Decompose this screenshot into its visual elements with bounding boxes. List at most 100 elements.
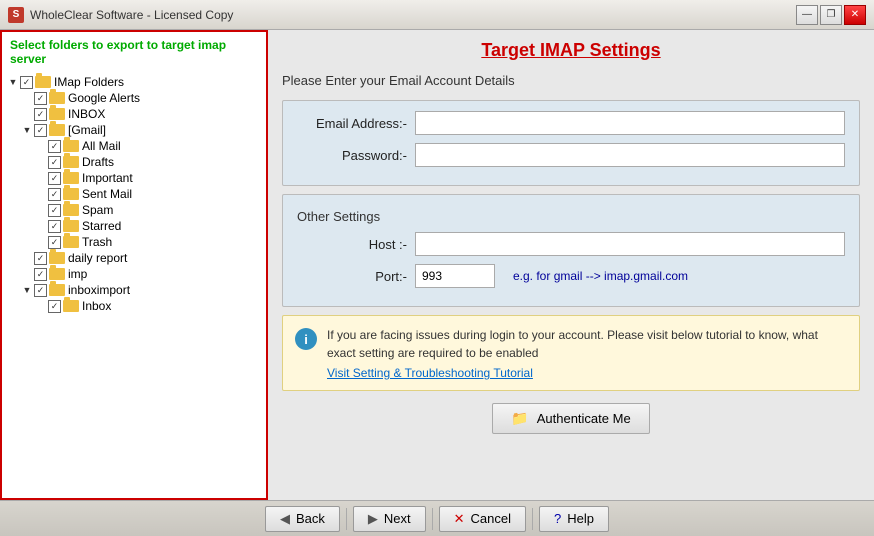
back-button[interactable]: ◀ Back (265, 506, 340, 532)
label-trash: Trash (82, 235, 112, 249)
next-button[interactable]: ▶ Next (353, 506, 426, 532)
email-input[interactable] (415, 111, 845, 135)
email-row: Email Address:- (297, 111, 845, 135)
label-imp: imp (68, 267, 87, 281)
other-settings-area: Other Settings Host :- Port:- e.g. for g… (282, 194, 860, 307)
checkbox-spam[interactable]: ✓ (48, 204, 61, 217)
cancel-button[interactable]: ✕ Cancel (439, 506, 526, 532)
divider-3 (532, 508, 533, 530)
tree-children-inboximport: ✓ Inbox (20, 298, 262, 314)
folder-icon (63, 300, 79, 312)
folder-icon (49, 268, 65, 280)
label-daily-report: daily report (68, 251, 127, 265)
expand-gmail-icon[interactable]: ▼ (20, 123, 34, 137)
tree-item-trash[interactable]: ✓ Trash (34, 234, 262, 250)
authenticate-label: Authenticate Me (537, 411, 631, 426)
label-inbox: INBOX (68, 107, 105, 121)
email-label: Email Address:- (297, 116, 407, 131)
cancel-icon: ✕ (454, 511, 465, 527)
tree-item-sent-mail[interactable]: ✓ Sent Mail (34, 186, 262, 202)
tree-item-daily-report[interactable]: ✓ daily report (20, 250, 262, 266)
label-gmail: [Gmail] (68, 123, 106, 137)
divider-1 (346, 508, 347, 530)
label-spam: Spam (82, 203, 113, 217)
tree-children-gmail: ✓ All Mail ✓ Drafts ✓ Important (20, 138, 262, 250)
label-sent-mail: Sent Mail (82, 187, 132, 201)
help-button[interactable]: ? Help (539, 506, 609, 532)
host-row: Host :- (297, 232, 845, 256)
close-button[interactable]: ✕ (844, 5, 866, 25)
host-input[interactable] (415, 232, 845, 256)
folder-icon (49, 284, 65, 296)
folder-icon (49, 108, 65, 120)
spacer (34, 299, 48, 313)
spacer (20, 91, 34, 105)
checkbox-trash[interactable]: ✓ (48, 236, 61, 249)
tree-item-starred[interactable]: ✓ Starred (34, 218, 262, 234)
section-title: Target IMAP Settings (282, 40, 860, 61)
checkbox-starred[interactable]: ✓ (48, 220, 61, 233)
password-input[interactable] (415, 143, 845, 167)
spacer (20, 107, 34, 121)
info-content: If you are facing issues during login to… (327, 326, 847, 380)
checkbox-imp[interactable]: ✓ (34, 268, 47, 281)
tree-item-all-mail[interactable]: ✓ All Mail (34, 138, 262, 154)
expand-inboximport-icon[interactable]: ▼ (20, 283, 34, 297)
checkbox-all-mail[interactable]: ✓ (48, 140, 61, 153)
spacer (20, 267, 34, 281)
cancel-label: Cancel (471, 511, 511, 526)
expand-icon[interactable]: ▼ (6, 75, 20, 89)
checkbox-gmail[interactable]: ✓ (34, 124, 47, 137)
tree-item-inbox[interactable]: ✓ INBOX (20, 106, 262, 122)
folder-icon (63, 220, 79, 232)
back-label: Back (296, 511, 325, 526)
tree-item-inbox2[interactable]: ✓ Inbox (34, 298, 262, 314)
checkbox-sent-mail[interactable]: ✓ (48, 188, 61, 201)
folder-icon (63, 140, 79, 152)
checkbox-drafts[interactable]: ✓ (48, 156, 61, 169)
host-label: Host :- (297, 237, 407, 252)
section-subtitle: Please Enter your Email Account Details (282, 73, 860, 88)
tree-item-google-alerts[interactable]: ✓ Google Alerts (20, 90, 262, 106)
tree-item-drafts[interactable]: ✓ Drafts (34, 154, 262, 170)
checkbox-imap-folders[interactable]: ✓ (20, 76, 33, 89)
account-form-area: Email Address:- Password:- (282, 100, 860, 186)
gmail-hint: e.g. for gmail --> imap.gmail.com (513, 269, 688, 283)
minimize-button[interactable]: — (796, 5, 818, 25)
tree-item-spam[interactable]: ✓ Spam (34, 202, 262, 218)
folder-icon (63, 236, 79, 248)
folder-icon (63, 204, 79, 216)
back-icon: ◀ (280, 511, 290, 527)
port-input[interactable] (415, 264, 495, 288)
bottom-toolbar: ◀ Back ▶ Next ✕ Cancel ? Help (0, 500, 874, 536)
checkbox-google-alerts[interactable]: ✓ (34, 92, 47, 105)
other-settings-label: Other Settings (297, 209, 845, 224)
authenticate-button[interactable]: 📁 Authenticate Me (492, 403, 649, 434)
troubleshoot-link[interactable]: Visit Setting & Troubleshooting Tutorial (327, 366, 847, 380)
spacer (34, 187, 48, 201)
spacer (20, 251, 34, 265)
label-google-alerts: Google Alerts (68, 91, 140, 105)
spacer (34, 155, 48, 169)
folder-icon (63, 156, 79, 168)
checkbox-inbox2[interactable]: ✓ (48, 300, 61, 313)
checkbox-inboximport[interactable]: ✓ (34, 284, 47, 297)
folder-icon (49, 124, 65, 136)
restore-button[interactable]: ❐ (820, 5, 842, 25)
tree-item-important[interactable]: ✓ Important (34, 170, 262, 186)
folder-icon (63, 188, 79, 200)
tree-item-imp[interactable]: ✓ imp (20, 266, 262, 282)
tree-item-inboximport[interactable]: ▼ ✓ inboximport (20, 282, 262, 298)
password-label: Password:- (297, 148, 407, 163)
main-area: Select folders to export to target imap … (0, 30, 874, 500)
tree-item-imap-folders[interactable]: ▼ ✓ IMap Folders (6, 74, 262, 90)
title-bar: S WholeClear Software - Licensed Copy — … (0, 0, 874, 30)
label-drafts: Drafts (82, 155, 114, 169)
app-icon: S (8, 7, 24, 23)
spacer (34, 171, 48, 185)
divider-2 (432, 508, 433, 530)
tree-item-gmail[interactable]: ▼ ✓ [Gmail] (20, 122, 262, 138)
checkbox-inbox[interactable]: ✓ (34, 108, 47, 121)
checkbox-daily-report[interactable]: ✓ (34, 252, 47, 265)
checkbox-important[interactable]: ✓ (48, 172, 61, 185)
